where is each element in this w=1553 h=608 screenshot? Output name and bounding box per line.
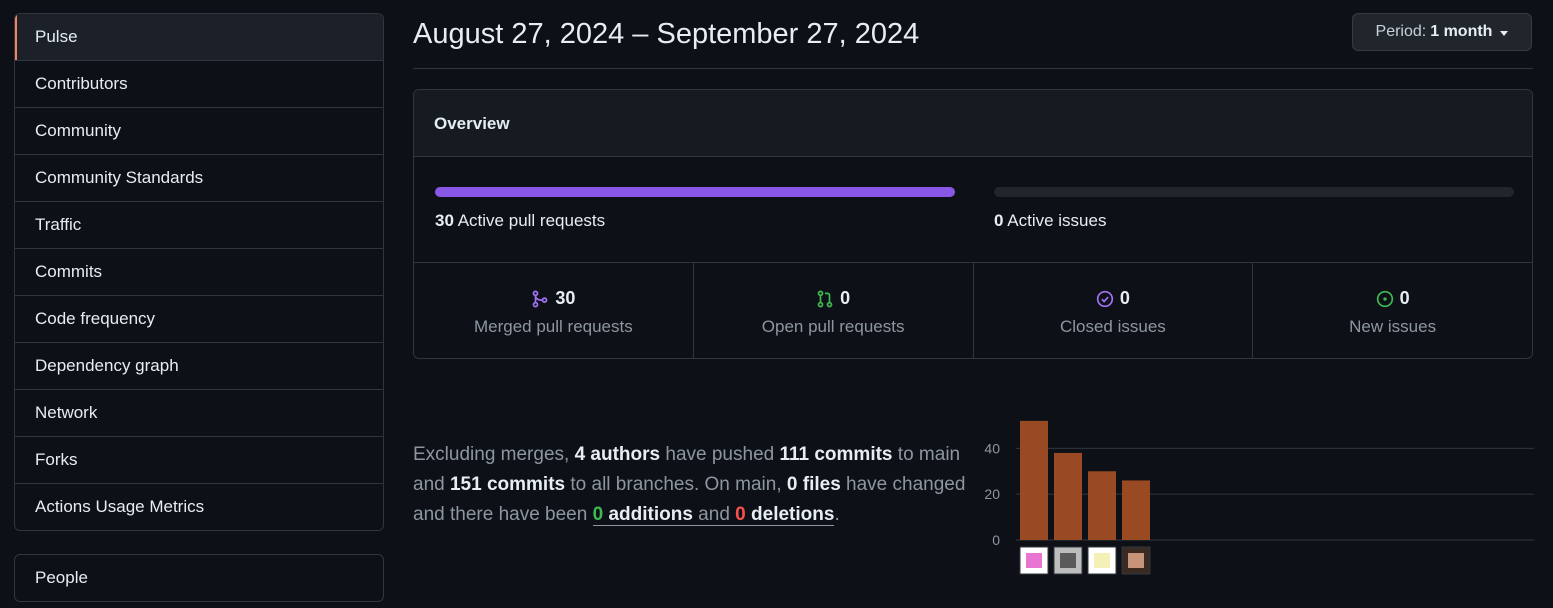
summary-text-6: and: [692, 504, 736, 525]
active-pull-requests-label: Active pull requests: [457, 211, 606, 230]
closed-issues-stat[interactable]: 0 Closed issues: [972, 263, 1253, 358]
sidebar-item-community[interactable]: Community: [15, 107, 383, 154]
sidebar-item-commits[interactable]: Commits: [15, 248, 383, 295]
active-issues-label: Active issues: [1007, 211, 1107, 230]
chart-y-tick-label: 20: [984, 486, 1000, 502]
deletions-count: 0: [735, 504, 746, 525]
summary-text-7: .: [834, 504, 840, 525]
additions-word: additions: [603, 504, 693, 525]
overview-activity: 30 Active pull requests 0 Active issues: [414, 157, 1532, 263]
authors-count: 4 authors: [574, 444, 661, 465]
merged-pull-requests-stat[interactable]: 30 Merged pull requests: [414, 263, 693, 358]
new-issues-label: New issues: [1349, 317, 1437, 336]
commits-all-count: 151 commits: [449, 474, 566, 495]
header-divider: [413, 68, 1533, 69]
sidebar-item-actions-usage-metrics[interactable]: Actions Usage Metrics: [15, 483, 383, 530]
date-range-title: August 27, 2024 – September 27, 2024: [413, 18, 920, 50]
sidebar-item-forks[interactable]: Forks: [15, 436, 383, 483]
author-avatar-pattern: [1094, 553, 1110, 568]
secondary-menu: People: [14, 554, 384, 602]
sidebar-item-pulse[interactable]: Pulse: [15, 14, 383, 60]
summary-text-2: have pushed: [660, 444, 780, 465]
merged-pull-requests-label: Merged pull requests: [473, 317, 633, 336]
open-pull-requests-count: 0: [840, 288, 851, 308]
chart-y-tick-label: 40: [984, 440, 1000, 456]
active-issues-count: 0: [994, 211, 1004, 230]
overview-title: Overview: [414, 90, 1532, 157]
author-avatar-pattern: [1128, 553, 1144, 568]
sidebar-item-network[interactable]: Network: [15, 389, 383, 436]
open-pull-requests-stat[interactable]: 0 Open pull requests: [692, 263, 973, 358]
open-pull-requests-label: Open pull requests: [761, 317, 905, 336]
merged-pull-requests-count: 30: [555, 288, 576, 308]
active-issues-link[interactable]: 0 Active issues: [994, 211, 1106, 231]
period-prefix: Period:: [1375, 23, 1427, 40]
insights-menu: Pulse Contributors Community Community Stan…: [14, 13, 384, 531]
sidebar-item-community-standards[interactable]: Community Standards: [15, 154, 383, 201]
closed-issues-count: 0: [1119, 288, 1130, 308]
summary-text-4: to all branches. On main,: [565, 474, 787, 495]
sidebar-item-people[interactable]: People: [15, 555, 383, 601]
sidebar-item-dependency-graph[interactable]: Dependency graph: [15, 342, 383, 389]
merged-pr-icon: [532, 290, 548, 307]
closed-issue-icon: [1096, 290, 1114, 307]
chart-bar: [1020, 420, 1048, 540]
deletions-word: deletions: [745, 504, 835, 525]
new-issues-count: 0: [1399, 288, 1410, 308]
sidebar-item-traffic[interactable]: Traffic: [15, 201, 383, 248]
summary-text-1: Excluding merges,: [413, 444, 575, 465]
new-issues-stat[interactable]: 0 New issues: [1252, 263, 1532, 358]
commits-main-count: 111 commits: [779, 444, 893, 465]
new-issue-icon: [1376, 290, 1393, 307]
chart-bar: [1122, 480, 1150, 540]
chart-bar: [1088, 471, 1116, 540]
overview-stats: 30 Merged pull requests 0 Open pull requ…: [414, 263, 1532, 358]
chart-bar: [1054, 452, 1082, 540]
closed-issues-label: Closed issues: [1059, 317, 1166, 336]
active-pull-requests-link[interactable]: 30 Active pull requests: [435, 211, 605, 231]
active-pull-requests-count: 30: [435, 211, 454, 230]
author-avatar-pattern: [1060, 553, 1076, 568]
open-pr-icon: [817, 290, 833, 307]
pull-requests-bar-fill: [435, 187, 955, 197]
commit-summary: Excluding merges, 4 authors have pushed …: [413, 440, 978, 530]
additions-count: 0: [592, 504, 604, 525]
caret-down-icon: [1500, 30, 1509, 36]
files-count: 0 files: [786, 474, 841, 495]
period-value: 1 month: [1430, 23, 1493, 40]
issues-bar: [994, 187, 1514, 197]
commits-by-author-chart: 0 20 40: [984, 420, 1534, 575]
additions-deletions-link[interactable]: 0 additions and 0 deletions: [592, 504, 835, 526]
pull-requests-bar: [435, 187, 955, 197]
sidebar-item-contributors[interactable]: Contributors: [15, 60, 383, 107]
author-avatar-pattern: [1026, 553, 1042, 568]
overview-panel: Overview 30 Active pull requests 0 Activ…: [413, 89, 1533, 359]
chart-y-tick-label: 0: [992, 532, 1000, 548]
period-select-button[interactable]: Period: 1 month: [1352, 13, 1532, 51]
sidebar-item-code-frequency[interactable]: Code frequency: [15, 295, 383, 342]
